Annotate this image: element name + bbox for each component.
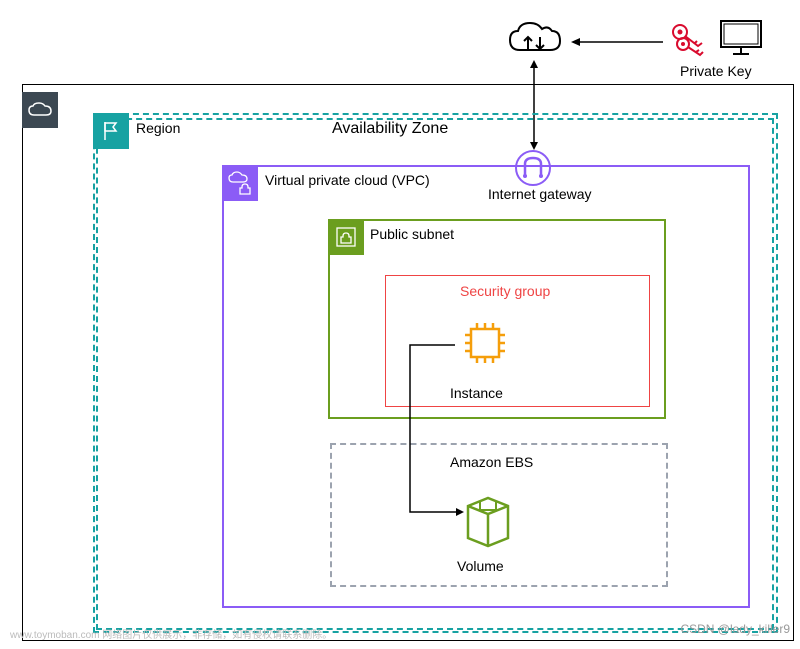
footer-watermark: www.toymoban.com 网络图片仅供展示，非存储，如有侵权请联系删除。 [10,626,332,641]
monitor-icon [718,18,764,58]
arrow-monitor-cloud [568,36,668,48]
vpc-badge [222,165,258,201]
public-subnet-label: Public subnet [370,226,454,242]
aws-cloud-badge [22,92,58,128]
availability-zone-label: Availability Zone [332,120,448,138]
volume-label: Volume [457,558,504,574]
csdn-watermark: CSDN @lady_killer9 [680,622,790,636]
public-subnet-badge [328,219,364,255]
private-key-label: Private Key [680,63,752,79]
security-group-label: Security group [460,283,550,299]
internet-gateway-label: Internet gateway [488,186,592,202]
arrow-instance-volume [400,340,480,520]
vpc-label: Virtual private cloud (VPC) [265,172,430,188]
key-icon [670,22,710,58]
